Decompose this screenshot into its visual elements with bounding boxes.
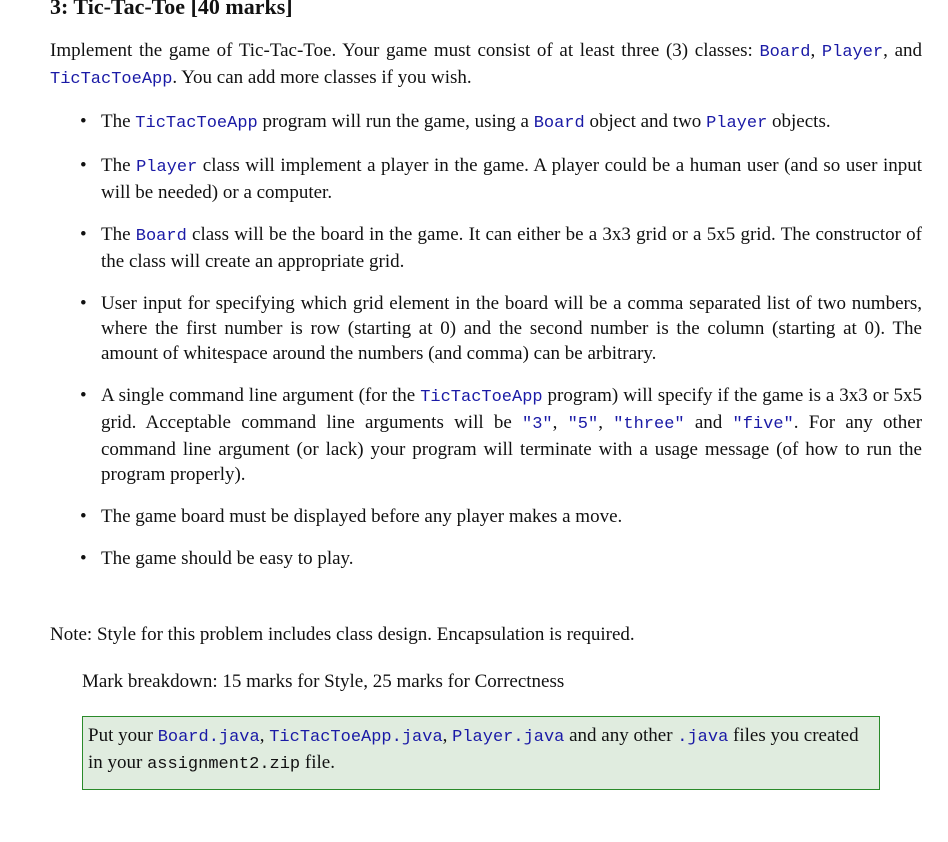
text: User input for specifying which grid ele… [101, 293, 922, 364]
code-player: Player [821, 43, 884, 62]
section-title: 3: Tic-Tac-Toe [40 marks] [50, 0, 293, 19]
text: The [101, 155, 137, 176]
list-item: • A single command line argument (for the… [80, 383, 922, 487]
bullet-icon: • [80, 506, 87, 527]
list-item: • The TicTacToeApp program will run the g… [80, 109, 922, 136]
list-item: • The Board class will be the board in th… [80, 222, 922, 274]
text: . You can add more classes if you wish. [172, 67, 472, 88]
code-board: Board [533, 114, 585, 133]
bullet-icon: • [80, 548, 87, 569]
code-arg-5: "5" [567, 415, 599, 434]
text: object and two [584, 111, 707, 132]
code-zip-filename: assignment2.zip [147, 755, 301, 774]
text: , and [883, 40, 922, 61]
text: , [810, 40, 822, 61]
requirements-list: • The TicTacToeApp program will run the g… [80, 109, 922, 588]
code-board: Board [759, 43, 811, 62]
code-tictactoeapp: TicTacToeApp [50, 70, 173, 89]
text: The [101, 111, 136, 132]
text: class will be the board in the game. It … [101, 224, 922, 272]
list-item: • The game should be easy to play. [80, 546, 922, 571]
text: , [552, 412, 568, 433]
text: The game should be easy to play. [101, 548, 354, 569]
style-note: Note: Style for this problem includes cl… [50, 624, 635, 645]
text: Put your [88, 725, 158, 746]
code-arg-3: "3" [522, 415, 553, 434]
list-item: • The Player class will implement a playe… [80, 153, 922, 205]
code-tictactoeapp: TicTacToeApp [420, 388, 543, 407]
text: and [684, 412, 733, 433]
list-item: • User input for specifying which grid el… [80, 291, 922, 366]
text: objects. [767, 111, 831, 132]
code-tictactoeapp: TicTacToeApp [135, 114, 258, 133]
bullet-icon: • [80, 385, 87, 406]
code-arg-three: "three" [613, 415, 685, 434]
text: The game board must be displayed before … [101, 506, 623, 527]
code-board-java: Board.java [157, 728, 260, 747]
text: Implement the game of Tic-Tac-Toe. Your … [50, 40, 760, 61]
text: file. [300, 752, 335, 773]
code-tictactoeapp-java: TicTacToeApp.java [269, 728, 443, 747]
text: , [259, 725, 270, 746]
text: and any other [564, 725, 678, 746]
code-java-ext: .java [677, 728, 729, 747]
code-player-java: Player.java [452, 728, 565, 747]
list-item: • The game board must be displayed before… [80, 504, 922, 529]
text: , [442, 725, 453, 746]
code-board: Board [135, 227, 187, 246]
text: program will run the game, using a [257, 111, 534, 132]
bullet-icon: • [80, 155, 87, 176]
text: The [101, 224, 136, 245]
text: class will implement a player in the gam… [101, 155, 922, 203]
bullet-icon: • [80, 111, 87, 132]
text: A single command line argument (for the [101, 385, 421, 406]
mark-breakdown: Mark breakdown: 15 marks for Style, 25 m… [82, 671, 565, 692]
intro-paragraph: Implement the game of Tic-Tac-Toe. Your … [50, 38, 922, 92]
bullet-icon: • [80, 293, 87, 314]
text: , [598, 412, 614, 433]
code-player: Player [136, 158, 198, 177]
code-arg-five: "five" [732, 415, 794, 434]
bullet-icon: • [80, 224, 87, 245]
code-player: Player [706, 114, 768, 133]
submission-box: Put your Board.java, TicTacToeApp.java, … [82, 716, 880, 790]
